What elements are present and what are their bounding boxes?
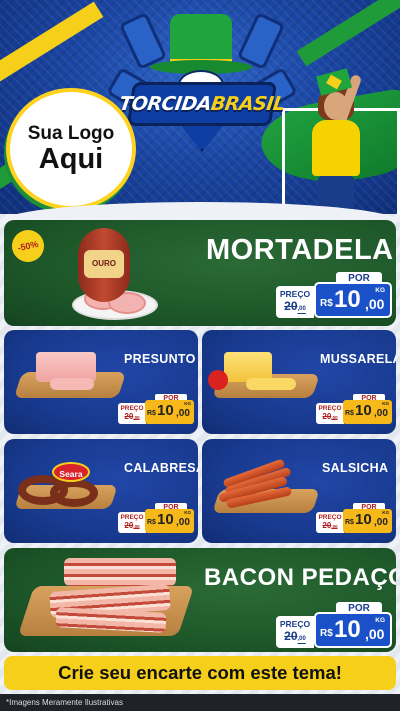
currency: R$	[320, 298, 333, 309]
new-price: R$ 10 ,00 KG	[343, 509, 392, 533]
product-card-bacon[interactable]: BACON PEDAÇO POR PREÇO 20,00 R$ 10 ,00 K…	[4, 548, 396, 652]
currency: R$	[345, 519, 354, 526]
bacon-illustration	[64, 558, 176, 586]
price-integer: 10	[334, 286, 361, 313]
cheese-slices-illustration	[246, 378, 296, 390]
unit-label: KG	[382, 510, 389, 515]
mortadela-illustration: OURO	[78, 228, 130, 302]
price-decimal: ,00	[374, 408, 388, 419]
vuvuzela-icon	[118, 12, 168, 70]
product-title: CALABRESA	[124, 461, 198, 475]
price-decimal: ,00	[365, 296, 385, 312]
old-price-box: PREÇO 20,00	[276, 616, 314, 648]
price-tag: POR PREÇO 20,00 R$ 10 ,00 KG	[276, 272, 392, 318]
price-tag: POR PREÇO 20,00 R$ 10 ,00 KG	[316, 503, 392, 533]
currency: R$	[147, 519, 156, 526]
currency: R$	[345, 410, 354, 417]
preco-label: PREÇO	[120, 514, 144, 521]
disclaimer-text: *Imagens Meramente Ilustrativas	[0, 694, 400, 711]
product-title: BACON PEDAÇO	[204, 564, 396, 591]
new-price: R$ 10 ,00 KG	[145, 400, 194, 424]
fan-woman-illustration	[306, 73, 370, 214]
product-title: MUSSARELA	[320, 352, 396, 366]
theme-title: TORCIDABRASIL	[118, 93, 287, 115]
product-card-mortadela[interactable]: -50% MORTADELA POR PREÇO 20,00 R$ 10 ,00…	[4, 220, 396, 326]
new-price: R$ 10 ,00 KG	[343, 400, 392, 424]
preco-label: PREÇO	[279, 289, 311, 299]
price-decimal: ,00	[176, 408, 190, 419]
product-card-mussarela[interactable]: MUSSARELA POR PREÇO 20,00 R$ 10 ,00 KG	[202, 330, 396, 434]
product-title: PRESUNTO	[124, 352, 196, 366]
price-tag: POR PREÇO 20,00 R$ 10 ,00 KG	[118, 394, 194, 424]
old-price-box: PREÇO 20,00	[316, 512, 344, 533]
product-title: MORTADELA	[206, 234, 394, 266]
old-price: 20,00	[284, 299, 306, 313]
torcida-brasil-emblem: TORCIDABRASIL	[106, 8, 298, 158]
price-tag: POR PREÇO 20,00 R$ 10 ,00 KG	[118, 503, 194, 533]
discount-badge: -50%	[9, 227, 47, 265]
unit-label: KG	[184, 510, 191, 515]
old-price-box: PREÇO 20,00	[276, 286, 314, 318]
shield-tail	[178, 122, 226, 152]
old-price: 20,00	[322, 521, 338, 530]
ham-slices-illustration	[50, 378, 94, 390]
price-integer: 10	[334, 616, 361, 643]
preco-label: PREÇO	[318, 405, 342, 412]
currency: R$	[147, 410, 156, 417]
unit-label: KG	[375, 617, 385, 624]
price-integer: 10	[157, 511, 174, 528]
price-integer: 10	[355, 402, 372, 419]
new-price: R$ 10 ,00 KG	[145, 509, 194, 533]
preco-label: PREÇO	[279, 619, 311, 629]
price-tag: POR PREÇO 20,00 R$ 10 ,00 KG	[276, 602, 392, 648]
new-price: R$ 10 ,00 KG	[314, 282, 392, 318]
logo-line1: Sua Logo	[27, 122, 115, 144]
currency: R$	[320, 628, 333, 639]
header-banner: TORCIDABRASIL Sua Logo Aqui	[0, 0, 400, 214]
flyer-page: TORCIDABRASIL Sua Logo Aqui -50% MORTADE…	[0, 0, 400, 711]
old-price-box: PREÇO 20,00	[316, 403, 344, 424]
old-price: 20,00	[124, 412, 140, 421]
logo-line2: Aqui	[38, 142, 104, 175]
old-price: 20,00	[124, 521, 140, 530]
product-card-calabresa[interactable]: CALABRESA POR PREÇO 20,00 R$ 10 ,00 KG	[4, 439, 198, 543]
price-tag: POR PREÇO 20,00 R$ 10 ,00 KG	[316, 394, 392, 424]
unit-label: KG	[184, 401, 191, 406]
brand-label: OURO	[84, 250, 124, 278]
cta-banner[interactable]: Crie seu encarte com este tema!	[4, 656, 396, 690]
tomato-illustration	[208, 370, 228, 390]
old-price-box: PREÇO 20,00	[118, 403, 146, 424]
theme-title-part1: TORCIDA	[117, 93, 213, 115]
product-card-salsicha[interactable]: SALSICHA POR PREÇO 20,00 R$ 10 ,00 KG	[202, 439, 396, 543]
old-price: 20,00	[322, 412, 338, 421]
logo-placeholder[interactable]: Sua Logo Aqui	[10, 92, 132, 206]
price-decimal: ,00	[374, 517, 388, 528]
unit-label: KG	[375, 287, 385, 294]
emblem-shield: TORCIDABRASIL	[118, 82, 286, 126]
seara-brand-logo: Seara	[52, 462, 90, 482]
product-title: SALSICHA	[322, 461, 389, 475]
preco-label: PREÇO	[120, 405, 144, 412]
unit-label: KG	[382, 401, 389, 406]
new-price: R$ 10 ,00 KG	[314, 612, 392, 648]
price-integer: 10	[355, 511, 372, 528]
old-price: 20,00	[284, 629, 306, 643]
price-decimal: ,00	[176, 517, 190, 528]
vuvuzela-icon	[236, 12, 286, 70]
price-integer: 10	[157, 402, 174, 419]
price-decimal: ,00	[365, 626, 385, 642]
theme-title-part2: BRASIL	[209, 93, 287, 115]
product-card-presunto[interactable]: PRESUNTO POR PREÇO 20,00 R$ 10 ,00 KG	[4, 330, 198, 434]
preco-label: PREÇO	[318, 514, 342, 521]
old-price-box: PREÇO 20,00	[118, 512, 146, 533]
